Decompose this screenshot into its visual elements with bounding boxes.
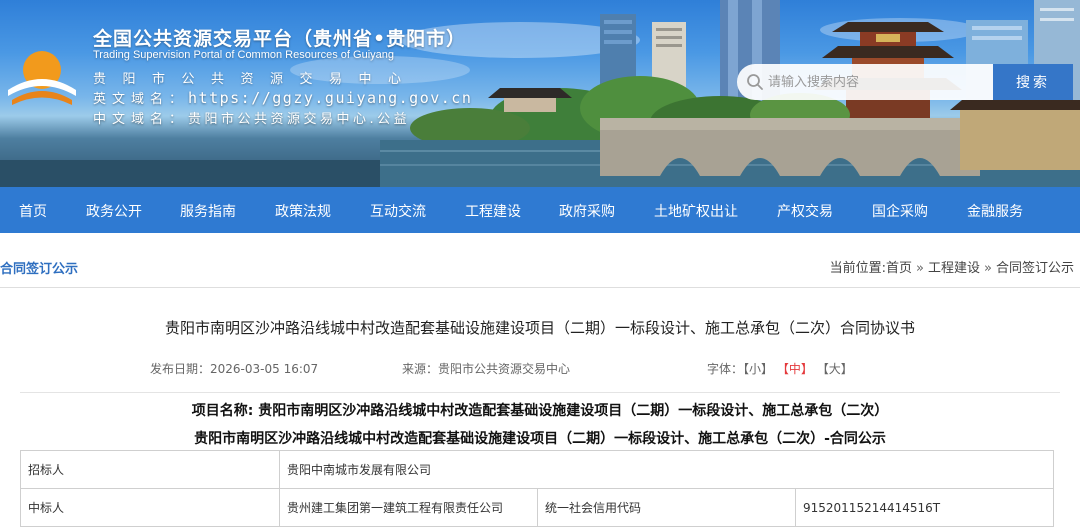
font-size-label: 字体： (707, 362, 744, 376)
winner-value-cell: 贵州建工集团第一建筑工程有限责任公司 (279, 488, 538, 527)
nav-item-government-procurement[interactable]: 政府采购 (559, 201, 615, 221)
source-label: 来源： (402, 362, 439, 376)
winner-label-cell: 中标人 (20, 488, 280, 527)
font-small-button[interactable]: 【小】 (743, 362, 773, 376)
project-name-value: 贵阳市南明区沙冲路沿线城中村改造配套基础设施建设项目（二期）一标段设计、施工总承… (258, 403, 889, 419)
breadcrumb-current[interactable]: 合同签订公示 (996, 261, 1074, 276)
nav-item-financial-services[interactable]: 金融服务 (967, 201, 1023, 221)
main-navigation: 首页 政务公开 服务指南 政策法规 互动交流 工程建设 政府采购 土地矿权出让 … (0, 187, 1080, 233)
english-domain-line: 英文域名：https://ggzy.guiyang.gov.cn (93, 88, 472, 107)
search-button[interactable]: 搜索 (993, 64, 1073, 100)
nav-item-government-affairs[interactable]: 政务公开 (86, 201, 142, 221)
english-domain-label: 英文域名： (93, 92, 189, 107)
chinese-domain-line: 中文域名：贵阳市公共资源交易中心.公益 (93, 108, 410, 127)
source-value: 贵阳市公共资源交易中心 (438, 362, 571, 376)
breadcrumb-separator: » (916, 261, 924, 276)
font-size-controls: 字体：【小】 【中】 【大】 (707, 360, 853, 377)
tenderer-label-cell: 招标人 (20, 450, 280, 489)
publish-date: 发布日期：2026-03-05 16:07 (150, 360, 318, 377)
credit-code-value-cell: 91520115214414516T (795, 488, 1054, 527)
nav-item-interaction[interactable]: 互动交流 (370, 201, 426, 221)
breadcrumb-home[interactable]: 首页 (886, 261, 912, 276)
breadcrumb-bar: 合同签订公示 当前位置:首页 » 工程建设 » 合同签订公示 (0, 245, 1080, 288)
notice-title: 贵阳市南明区沙冲路沿线城中村改造配套基础设施建设项目（二期）一标段设计、施工总承… (194, 431, 886, 447)
nav-item-home[interactable]: 首页 (19, 201, 47, 221)
nav-item-land-mining-rights[interactable]: 土地矿权出让 (654, 201, 738, 221)
tenderer-value-cell: 贵阳中南城市发展有限公司 (279, 450, 1054, 489)
divider (20, 392, 1060, 393)
article-source: 来源：贵阳市公共资源交易中心 (402, 360, 570, 377)
site-title: 全国公共资源交易平台（贵州省•贵阳市） (93, 28, 467, 50)
breadcrumb-separator: » (984, 261, 992, 276)
breadcrumb-prefix: 当前位置: (829, 261, 887, 276)
platform-logo-icon (8, 51, 76, 105)
search-input[interactable] (768, 64, 988, 100)
table-row: 招标人 贵阳中南城市发展有限公司 (20, 450, 1054, 489)
search-icon (747, 74, 763, 90)
nav-item-soe-procurement[interactable]: 国企采购 (872, 201, 928, 221)
publish-date-value: 2026-03-05 16:07 (210, 362, 319, 376)
english-domain-value[interactable]: https://ggzy.guiyang.gov.cn (188, 89, 472, 107)
nav-item-property-rights[interactable]: 产权交易 (777, 201, 833, 221)
font-large-button[interactable]: 【大】 (817, 362, 853, 376)
chinese-domain-value[interactable]: 贵阳市公共资源交易中心.公益 (188, 112, 410, 127)
credit-code-label-cell: 统一社会信用代码 (537, 488, 796, 527)
site-subtitle: Trading Supervision Portal of Common Res… (93, 49, 395, 61)
project-name-label: 项目名称: (191, 403, 254, 419)
publish-date-label: 发布日期： (150, 362, 211, 376)
section-title: 合同签订公示 (0, 262, 79, 277)
header-banner: 全国公共资源交易平台（贵州省•贵阳市） Trading Supervision … (0, 0, 1080, 187)
project-name-line: 项目名称: 贵阳市南明区沙冲路沿线城中村改造配套基础设施建设项目（二期）一标段设… (0, 400, 1080, 420)
contract-info-table: 招标人 贵阳中南城市发展有限公司 中标人 贵州建工集团第一建筑工程有限责任公司 … (20, 450, 1054, 527)
site-org-name: 贵阳市公共资源交易中心 (93, 72, 418, 87)
nav-item-service-guide[interactable]: 服务指南 (180, 201, 236, 221)
breadcrumb: 当前位置:首页 » 工程建设 » 合同签订公示 (830, 257, 1074, 276)
chinese-domain-label: 中文域名： (93, 112, 189, 127)
article-title: 贵阳市南明区沙冲路沿线城中村改造配套基础设施建设项目（二期）一标段设计、施工总承… (164, 319, 915, 337)
nav-item-policy-regulations[interactable]: 政策法规 (275, 201, 331, 221)
nav-item-engineering[interactable]: 工程建设 (465, 201, 521, 221)
font-medium-button[interactable]: 【中】 (777, 362, 813, 376)
table-row: 中标人 贵州建工集团第一建筑工程有限责任公司 统一社会信用代码 91520115… (20, 488, 1054, 527)
breadcrumb-engineering[interactable]: 工程建设 (928, 261, 980, 276)
